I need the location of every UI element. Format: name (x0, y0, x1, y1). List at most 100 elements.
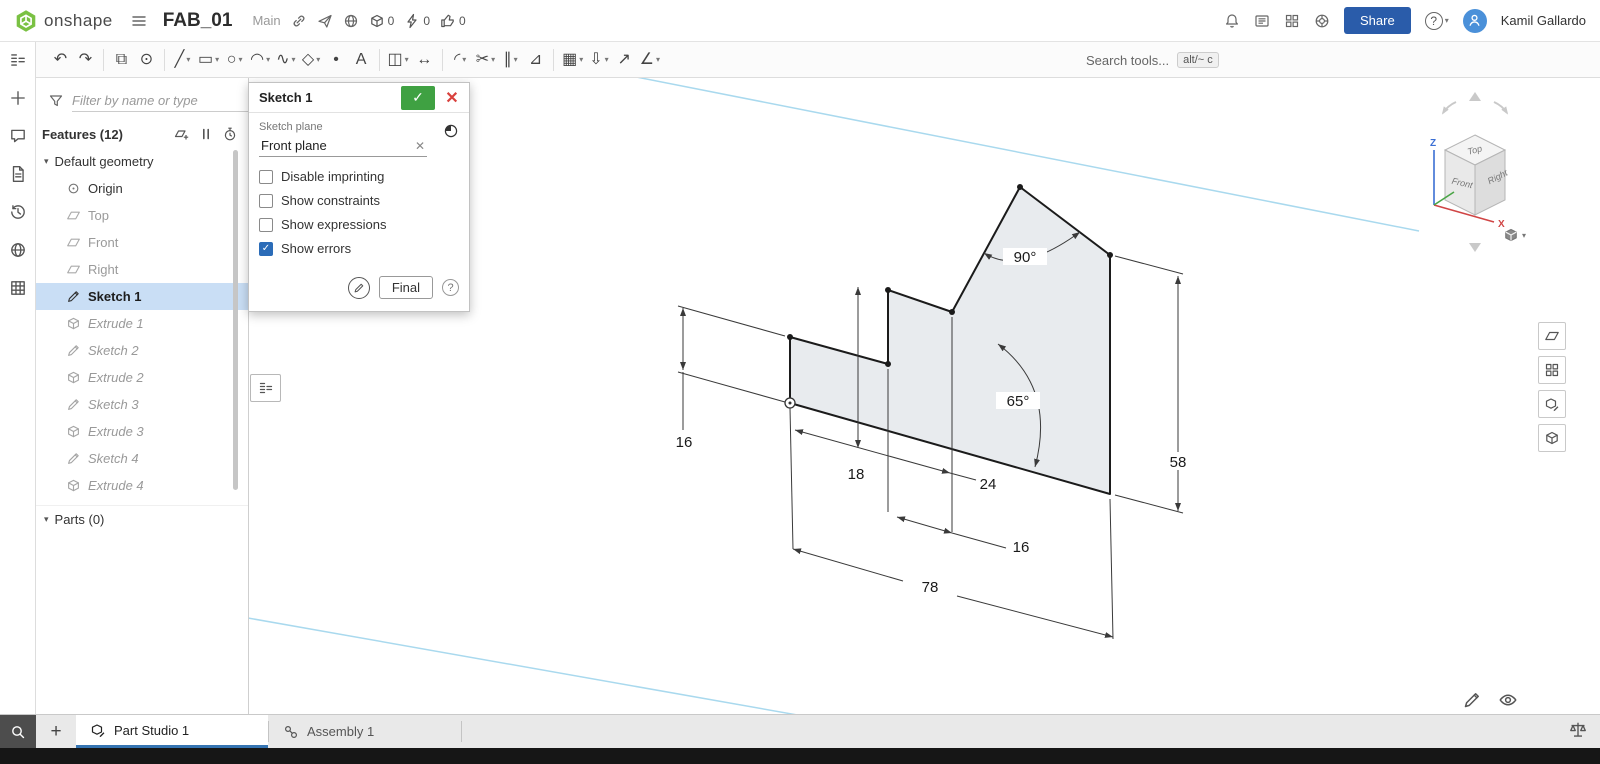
custom-table-panel-button[interactable] (1538, 424, 1566, 452)
chevron-down-icon[interactable]: ▾ (514, 55, 518, 64)
publish-button[interactable] (317, 13, 333, 29)
dimension-tool[interactable]: ↔ (412, 46, 437, 74)
undo-tool[interactable]: ↶ (48, 46, 73, 74)
chevron-down-icon[interactable]: ▾ (215, 55, 219, 64)
notifications-button[interactable] (1224, 13, 1240, 29)
filter-input[interactable] (72, 90, 248, 112)
mirror-tool[interactable]: ◫ ▾ (385, 46, 412, 74)
feature-item-sketch-2[interactable]: Sketch 2 (36, 337, 248, 364)
partial-pie-icon[interactable] (443, 123, 459, 139)
search-tabs-button[interactable] (0, 715, 36, 748)
chevron-down-icon[interactable]: ▾ (44, 156, 49, 167)
rail-notes-button[interactable] (9, 165, 27, 188)
rail-comments-button[interactable] (9, 127, 27, 150)
feature-item-extrude-2[interactable]: Extrude 2 (36, 364, 248, 391)
point-tool[interactable]: • (324, 46, 349, 74)
checkbox-show-expressions-box[interactable] (259, 217, 273, 232)
share-button[interactable]: Share (1344, 7, 1411, 34)
appearance-panel-button[interactable] (1538, 356, 1566, 384)
final-button[interactable]: Final (378, 276, 433, 299)
parts-header[interactable]: ▾ Parts (0) (36, 505, 248, 533)
pattern-tool[interactable]: ▦ ▾ (559, 46, 586, 74)
whats-new-button[interactable] (1254, 13, 1270, 29)
feature-item-sketch-3[interactable]: Sketch 3 (36, 391, 248, 418)
app-store-button[interactable] (1284, 13, 1300, 29)
copy-tool[interactable]: ⧉ (109, 46, 134, 74)
filter-funnel-icon[interactable] (48, 93, 64, 109)
chevron-down-icon[interactable]: ▾ (656, 55, 660, 64)
tab-part-studio-1[interactable]: Part Studio 1 (76, 715, 268, 748)
feature-item-extrude-4[interactable]: Extrude 4 (36, 472, 248, 499)
spline-tool[interactable]: ∿ ▾ (273, 46, 298, 74)
arc-tool[interactable]: ◠ ▾ (247, 46, 273, 74)
import-dxf-tool[interactable]: ⇩ ▾ (586, 46, 611, 74)
copy-link-button[interactable] (291, 13, 307, 29)
polygon-tool[interactable]: ◇ ▾ (299, 46, 324, 74)
line-tool[interactable]: ╱ ▾ (170, 46, 195, 74)
transform-tool[interactable]: ↗ (612, 46, 637, 74)
activity-count[interactable]: 0 (404, 13, 430, 29)
chevron-down-icon[interactable]: ▾ (316, 55, 320, 64)
new-plane-icon[interactable] (174, 126, 190, 142)
rail-feature-list-button[interactable] (9, 51, 27, 74)
trim-tool[interactable]: ✂ ▾ (473, 46, 498, 74)
feature-item-extrude-3[interactable]: Extrude 3 (36, 418, 248, 445)
edit-sketch-icon[interactable] (347, 276, 370, 299)
support-button[interactable] (1314, 13, 1330, 29)
sketch-plane-field[interactable]: Front plane ✕ (259, 135, 427, 157)
feature-item-right[interactable]: Right (36, 256, 248, 283)
checkbox-show-errors[interactable]: ✓ Show errors (259, 241, 459, 256)
document-title[interactable]: FAB_01 (163, 10, 233, 32)
constraint-tool[interactable]: ∠ ▾ (637, 46, 663, 74)
checkbox-show-constraints-box[interactable] (259, 193, 273, 208)
feature-item-sketch-4[interactable]: Sketch 4 (36, 445, 248, 472)
view-options-button[interactable]: ▾ (1503, 227, 1526, 243)
sketch-region-tool[interactable]: ⊙ (134, 46, 159, 74)
feature-panel-scrollbar[interactable] (233, 150, 238, 490)
commit-button[interactable]: ✓ (401, 85, 435, 110)
view-settings-button[interactable] (1498, 690, 1518, 715)
checkbox-show-errors-box[interactable]: ✓ (259, 241, 273, 256)
su ppress-pause-icon[interactable] (198, 126, 214, 142)
stopwatch-icon[interactable] (222, 126, 238, 142)
chevron-down-icon[interactable]: ▾ (605, 55, 609, 64)
dialog-help-icon[interactable]: ? (442, 279, 459, 296)
rail-publications-button[interactable] (9, 241, 27, 264)
tab-assembly-1[interactable]: Assembly 1 (269, 715, 461, 748)
checkbox-disable-imprinting-box[interactable] (259, 169, 273, 184)
offset-tool[interactable]: ∥ ▾ (498, 46, 523, 74)
sketch-settings-button[interactable] (1462, 690, 1482, 715)
feature-item-top[interactable]: Top (36, 202, 248, 229)
feature-item-origin[interactable]: Origin (36, 175, 248, 202)
feature-item-extrude-1[interactable]: Extrude 1 (36, 310, 248, 337)
checkbox-show-expressions[interactable]: Show expressions (259, 217, 459, 232)
cancel-button[interactable]: ✕ (439, 86, 465, 110)
export-count[interactable]: 0 (369, 13, 394, 29)
rail-insert-button[interactable] (9, 89, 27, 112)
add-tab-button[interactable]: + (36, 715, 76, 748)
branch-label[interactable]: Main (252, 13, 280, 28)
chevron-down-icon[interactable]: ▾ (462, 55, 466, 64)
display-panel-button[interactable] (1538, 322, 1566, 350)
feature-list-flyout-button[interactable] (250, 374, 281, 402)
user-name[interactable]: Kamil Gallardo (1501, 13, 1586, 28)
checkbox-disable-imprinting[interactable]: Disable imprinting (259, 169, 459, 184)
help-menu-button[interactable]: ? ▾ (1424, 11, 1449, 30)
text-tool[interactable]: A (349, 46, 374, 74)
feature-item-sketch-1[interactable]: Sketch 1 (36, 283, 248, 310)
rail-tables-button[interactable] (9, 279, 27, 302)
likes-count[interactable]: 0 (440, 13, 466, 29)
chevron-down-icon[interactable]: ▾ (405, 55, 409, 64)
feature-item-default-geometry[interactable]: ▾ Default geometry (36, 148, 248, 175)
clear-selection-icon[interactable]: ✕ (415, 139, 425, 153)
main-menu-button[interactable] (131, 13, 147, 29)
share-visibility-button[interactable] (343, 13, 359, 29)
chevron-down-icon[interactable]: ▾ (266, 55, 270, 64)
circle-tool[interactable]: ○ ▾ (222, 46, 247, 74)
redo-tool[interactable]: ↷ (73, 46, 98, 74)
measure-tool[interactable]: ⊿ (523, 46, 548, 74)
rail-history-button[interactable] (9, 203, 27, 226)
mass-properties-button[interactable] (1568, 720, 1588, 745)
chevron-down-icon[interactable]: ▾ (292, 55, 296, 64)
configuration-panel-button[interactable] (1538, 390, 1566, 418)
